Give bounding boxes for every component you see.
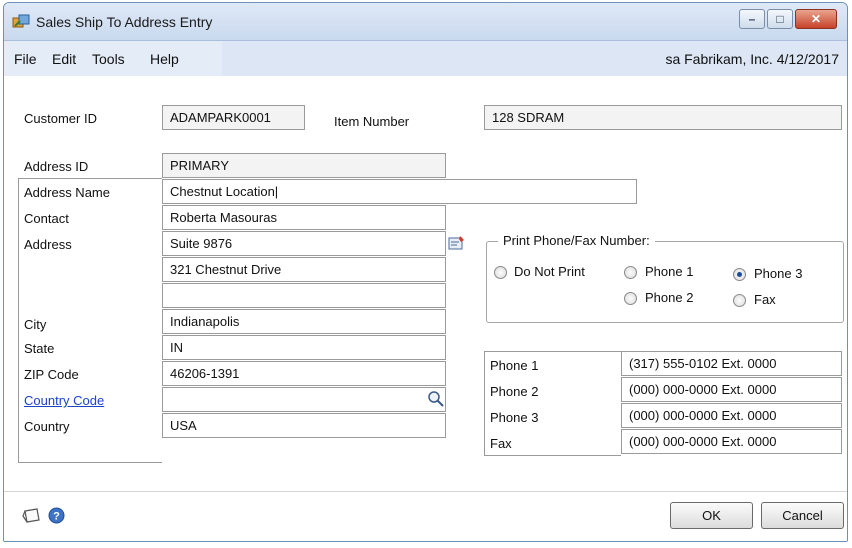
menu-help[interactable]: Help	[150, 51, 179, 67]
radio-phone3-label: Phone 3	[754, 266, 803, 281]
radio-do-not-print[interactable]	[494, 266, 507, 279]
phone3-field[interactable]: (000) 000-0000 Ext. 0000	[621, 403, 842, 428]
maximize-icon: □	[776, 12, 784, 26]
country-code-link[interactable]: Country Code	[18, 388, 104, 413]
radio-do-not-print-label: Do Not Print	[514, 264, 585, 279]
address-name-field[interactable]: Chestnut Location|	[162, 179, 637, 204]
city-field[interactable]: Indianapolis	[162, 309, 446, 334]
ok-button[interactable]: OK	[670, 502, 753, 529]
menu-bar: File Edit Tools Help sa Fabrikam, Inc. 4…	[4, 41, 847, 76]
magnifier-icon[interactable]	[427, 390, 445, 408]
grid-line	[18, 462, 162, 463]
print-phone-fax-group	[486, 241, 844, 323]
print-phone-fax-title: Print Phone/Fax Number:	[498, 233, 655, 248]
country-code-field[interactable]	[162, 387, 446, 412]
address-line2-field[interactable]: 321 Chestnut Drive	[162, 257, 446, 282]
item-number-label: Item Number	[334, 114, 410, 129]
note-icon[interactable]	[22, 508, 42, 524]
title-bar: Sales Ship To Address Entry – □ ✕	[4, 3, 847, 41]
contact-label: Contact	[24, 211, 69, 226]
phone1-field[interactable]: (317) 555-0102 Ext. 0000	[621, 351, 842, 376]
state-field[interactable]: IN	[162, 335, 446, 360]
sales-ship-icon	[12, 14, 30, 28]
address-line1-field[interactable]: Suite 9876	[162, 231, 446, 256]
address-id-field[interactable]: PRIMARY	[162, 153, 446, 178]
country-label: Country	[24, 419, 70, 434]
radio-phone2-label: Phone 2	[645, 290, 694, 305]
zip-code-field[interactable]: 46206-1391	[162, 361, 446, 386]
phone1-label: Phone 1	[490, 358, 539, 373]
close-button[interactable]: ✕	[795, 9, 837, 29]
address-label: Address	[24, 237, 72, 252]
phone2-field[interactable]: (000) 000-0000 Ext. 0000	[621, 377, 842, 402]
radio-phone2[interactable]	[624, 292, 637, 305]
minimize-button[interactable]: –	[739, 9, 765, 29]
help-icon[interactable]: ?	[48, 507, 65, 524]
radio-fax[interactable]	[733, 294, 746, 307]
window-title: Sales Ship To Address Entry	[36, 14, 213, 30]
grid-line	[484, 351, 621, 352]
close-icon: ✕	[810, 12, 822, 26]
user-company-date: sa Fabrikam, Inc. 4/12/2017	[665, 51, 839, 67]
maximize-button[interactable]: □	[767, 9, 793, 29]
phone3-label: Phone 3	[490, 410, 539, 425]
phone2-label: Phone 2	[490, 384, 539, 399]
state-label: State	[24, 341, 55, 356]
customer-id-field[interactable]: ADAMPARK0001	[162, 105, 305, 130]
svg-text:?: ?	[53, 511, 60, 523]
address-id-label: Address ID	[24, 159, 89, 174]
sales-ship-to-address-window: Sales Ship To Address Entry – □ ✕ File E…	[3, 2, 848, 542]
address-card-icon[interactable]	[448, 234, 466, 252]
item-number-field[interactable]: 128 SDRAM	[484, 105, 842, 130]
radio-phone3[interactable]	[733, 268, 746, 281]
fax-field[interactable]: (000) 000-0000 Ext. 0000	[621, 429, 842, 454]
menu-area: File Edit Tools Help	[4, 41, 222, 76]
city-label: City	[24, 317, 47, 332]
menu-tools[interactable]: Tools	[92, 51, 125, 67]
fax-label: Fax	[490, 436, 512, 451]
radio-phone1[interactable]	[624, 266, 637, 279]
address-line3-field[interactable]	[162, 283, 446, 308]
window-bottom-border	[4, 541, 847, 542]
radio-fax-label: Fax	[754, 292, 776, 307]
radio-phone1-label: Phone 1	[645, 264, 694, 279]
country-field[interactable]: USA	[162, 413, 446, 438]
minimize-icon: –	[748, 12, 756, 26]
customer-id-label: Customer ID	[24, 111, 97, 126]
zip-code-label: ZIP Code	[24, 367, 79, 382]
menu-edit[interactable]: Edit	[52, 51, 76, 67]
cancel-button[interactable]: Cancel	[761, 502, 844, 529]
menu-file[interactable]: File	[14, 51, 37, 67]
contact-field[interactable]: Roberta Masouras	[162, 205, 446, 230]
address-name-label: Address Name	[24, 185, 110, 200]
